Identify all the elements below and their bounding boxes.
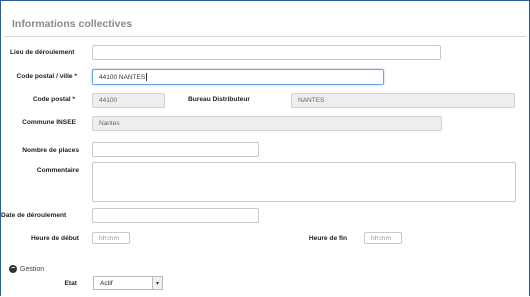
- date-input[interactable]: [92, 208, 259, 223]
- text-caret: [146, 73, 148, 81]
- etat-label: Etat: [64, 280, 77, 287]
- code-postal-label: Code postal *: [32, 96, 75, 103]
- commentaire-label: Commentaire: [36, 167, 79, 174]
- collapse-minus-icon: −: [9, 265, 17, 273]
- bureau-field: NANTES: [291, 93, 515, 108]
- code-postal-field: 44100: [92, 93, 165, 108]
- section-title: Informations collectives: [12, 18, 133, 30]
- gestion-label: Gestion: [20, 265, 45, 273]
- heure-fin-input[interactable]: hh:mm: [364, 232, 402, 244]
- section-divider: [4, 36, 526, 37]
- heure-fin-label: Heure de fin: [308, 235, 347, 242]
- gestion-toggle[interactable]: − Gestion: [9, 265, 44, 273]
- heure-debut-input[interactable]: hh:mm: [92, 232, 130, 244]
- date-label: Date de déroulement: [1, 212, 67, 219]
- commentaire-textarea[interactable]: [92, 162, 516, 202]
- cp-ville-label: Code postal / ville *: [16, 73, 77, 80]
- etat-selected-value: Actif: [100, 279, 113, 287]
- cp-ville-value: 44100 NANTES: [99, 73, 146, 81]
- etat-select[interactable]: Actif ▾: [93, 276, 163, 290]
- commune-field: Nantes: [92, 116, 442, 131]
- bureau-label: Bureau Distributeur: [188, 96, 250, 103]
- heure-debut-label: Heure de début: [31, 235, 79, 242]
- places-label: Nombre de places: [22, 147, 79, 154]
- places-input[interactable]: [92, 142, 259, 157]
- cp-ville-input[interactable]: 44100 NANTES: [92, 69, 384, 85]
- lieu-label: Lieu de déroulement: [10, 49, 75, 56]
- lieu-input[interactable]: [92, 45, 441, 60]
- chevron-down-icon: ▾: [152, 277, 162, 289]
- commune-label: Commune INSEE: [22, 119, 76, 126]
